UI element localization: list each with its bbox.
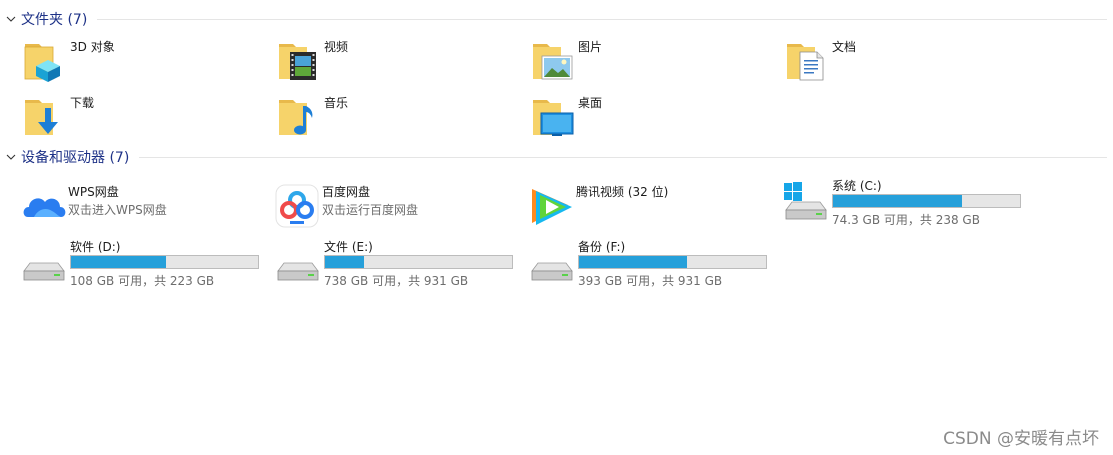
folder-label: 3D 对象 [70,40,115,54]
drive-usage-fill [833,195,963,207]
app-label: 百度网盘 [322,185,371,199]
drive-usage-fill [71,256,167,268]
devices-group-title: 设备和驱动器 (7) [21,150,130,166]
drive-free-space: 108 GB 可用，共 223 GB [70,274,215,288]
drive-usage-bar [324,255,513,269]
folders-group-header[interactable]: 文件夹 (7) [0,10,1113,28]
folder-label: 桌面 [578,96,603,110]
tencent-video-icon [532,189,572,225]
folder-label: 下载 [70,96,95,110]
folder-label: 视频 [324,40,349,54]
drive-label: 软件 (D:) [70,240,121,254]
drive-label: 备份 (F:) [578,240,626,254]
folder-label: 音乐 [324,96,349,110]
group-divider [139,156,1107,158]
app-wps-cloud[interactable]: WPS网盘 双击进入WPS网盘 [20,183,274,233]
app-label: WPS网盘 [68,185,119,199]
desktop-folder-icon [533,100,574,136]
music-folder-icon [279,100,313,135]
group-divider [97,18,1107,20]
folder-label: 图片 [578,40,603,54]
app-description: 双击进入WPS网盘 [68,203,167,217]
drive-free-space: 393 GB 可用，共 931 GB [578,274,723,288]
baidu-netdisk-icon [275,184,319,228]
windows-drive-icon [784,182,827,220]
app-tencent-video[interactable]: 腾讯视频 (32 位) [528,183,782,233]
drive-label: 系统 (C:) [832,179,882,193]
folder-pictures[interactable]: 图片 [530,38,784,88]
folder-label: 文档 [832,40,857,54]
drive-usage-bar [70,255,259,269]
drive-usage-bar [832,194,1021,208]
hard-drive-icon [277,262,319,281]
drive-usage-fill [579,256,688,268]
devices-group-header[interactable]: 设备和驱动器 (7) [0,148,1113,166]
app-baidu-netdisk[interactable]: 百度网盘 双击运行百度网盘 [274,183,528,233]
drive-free-space: 738 GB 可用，共 931 GB [324,274,469,288]
videos-folder-icon [279,44,316,80]
folder-downloads[interactable]: 下载 [22,94,276,144]
chevron-down-icon[interactable] [4,150,18,164]
drive-f[interactable]: 备份 (F:) 393 GB 可用，共 931 GB [528,238,778,288]
pictures-folder-icon [533,44,573,80]
app-label: 腾讯视频 (32 位) [576,185,669,199]
folder-documents[interactable]: 文档 [784,38,1038,88]
3d-objects-folder-icon [24,44,60,82]
watermark: CSDN @安暖有点坏 [943,429,1099,449]
chevron-down-icon[interactable] [4,12,18,26]
folder-videos[interactable]: 视频 [276,38,530,88]
hard-drive-icon [531,262,573,281]
drive-e[interactable]: 文件 (E:) 738 GB 可用，共 931 GB [274,238,524,288]
folder-3d-objects[interactable]: 3D 对象 [22,38,276,88]
folder-desktop[interactable]: 桌面 [530,94,784,144]
drive-c[interactable]: 系统 (C:) 74.3 GB 可用，共 238 GB [782,177,1032,227]
folder-music[interactable]: 音乐 [276,94,530,144]
drive-label: 文件 (E:) [324,240,373,254]
wps-cloud-icon [23,198,66,217]
hard-drive-icon [23,262,65,281]
drive-usage-bar [578,255,767,269]
drive-usage-fill [325,256,365,268]
documents-folder-icon [787,44,824,81]
folders-group-title: 文件夹 (7) [21,12,88,28]
app-description: 双击运行百度网盘 [322,203,419,217]
downloads-folder-icon [25,100,58,135]
drive-free-space: 74.3 GB 可用，共 238 GB [832,213,980,227]
drive-d[interactable]: 软件 (D:) 108 GB 可用，共 223 GB [20,238,270,288]
